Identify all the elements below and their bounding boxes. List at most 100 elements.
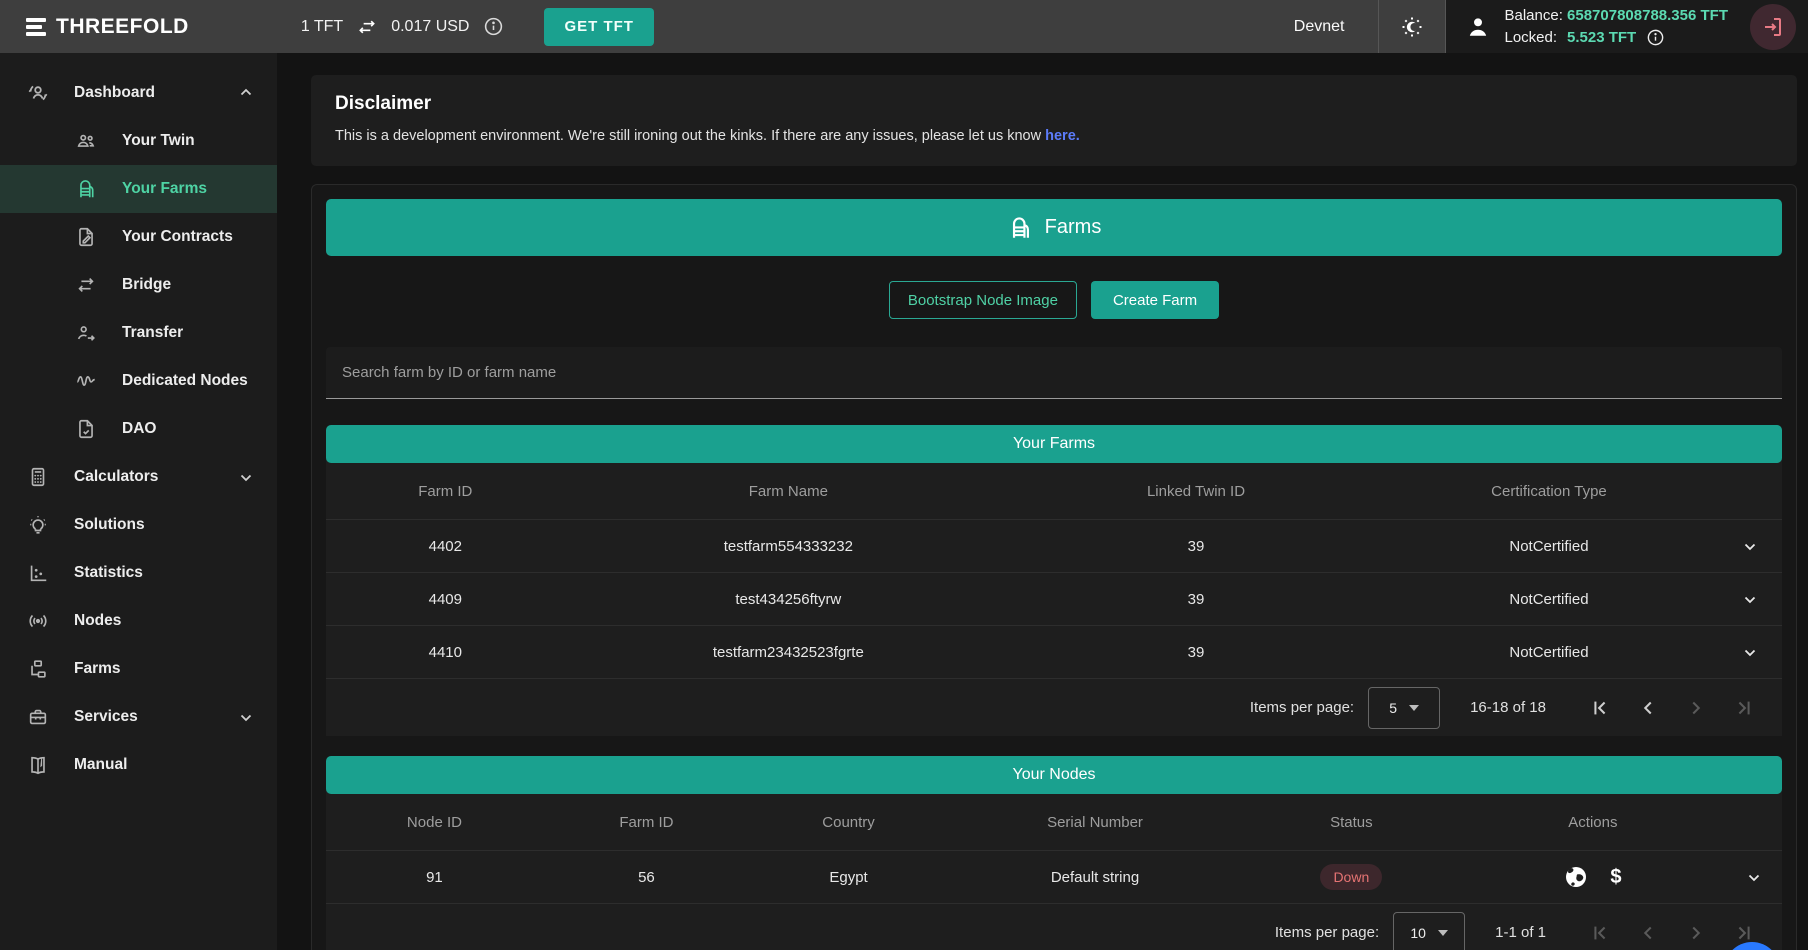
- disclaimer-title: Disclaimer: [335, 93, 1773, 115]
- account-icon: [1464, 13, 1492, 41]
- sidebar-item-label: Nodes: [74, 612, 121, 630]
- column-header: Serial Number: [947, 794, 1243, 850]
- lightbulb-icon: [26, 514, 50, 536]
- balance-row: Balance: 658707808788.356 TFT: [1504, 5, 1728, 27]
- status-cell: Down: [1243, 851, 1460, 903]
- previous-page-button[interactable]: [1624, 922, 1672, 944]
- swap-arrows-icon: [357, 17, 377, 37]
- sidebar-item-label: Statistics: [74, 564, 143, 582]
- sidebar-item-your-contracts[interactable]: Your Contracts: [0, 213, 277, 261]
- first-page-button[interactable]: [1576, 697, 1624, 719]
- sidebar-item-your-twin[interactable]: Your Twin: [0, 117, 277, 165]
- next-page-button[interactable]: [1672, 922, 1720, 944]
- brand-name: THREEFOLD: [56, 15, 189, 39]
- expand-row-chevron-icon[interactable]: [1718, 626, 1782, 678]
- tft-amount: 1 TFT: [301, 18, 343, 36]
- expand-row-chevron-icon[interactable]: [1726, 851, 1782, 903]
- disclaimer-here-link[interactable]: here.: [1045, 128, 1080, 144]
- sidebar-item-dashboard[interactable]: Dashboard: [0, 69, 277, 117]
- sidebar-item-services[interactable]: Services: [0, 693, 277, 741]
- last-page-button[interactable]: [1720, 922, 1768, 944]
- topbar: THREEFOLD 1 TFT 0.017 USD GET TFT Devnet: [0, 0, 1808, 53]
- nodes-table-header: Node ID Farm ID Country Serial Number St…: [326, 794, 1782, 850]
- farm-search-field: [326, 347, 1782, 399]
- chevron-down-icon: [237, 708, 255, 726]
- sidebar-item-nodes[interactable]: Nodes: [0, 597, 277, 645]
- previous-page-button[interactable]: [1624, 697, 1672, 719]
- certification-cell: NotCertified: [1380, 573, 1718, 625]
- items-per-page-select[interactable]: 5: [1368, 687, 1440, 729]
- column-header: Status: [1243, 794, 1460, 850]
- theme-toggle-button[interactable]: [1379, 0, 1445, 53]
- page-range-label: 16-18 of 18: [1470, 699, 1546, 716]
- per-page-value: 10: [1410, 925, 1426, 941]
- column-header-spacer: [1718, 463, 1782, 519]
- last-page-button[interactable]: [1720, 697, 1768, 719]
- sidebar-item-statistics[interactable]: Statistics: [0, 549, 277, 597]
- account-arrow-right-icon: [74, 322, 98, 344]
- sidebar-item-bridge[interactable]: Bridge: [0, 261, 277, 309]
- public-config-globe-icon[interactable]: [1564, 865, 1588, 889]
- first-page-button[interactable]: [1576, 922, 1624, 944]
- farms-pagination: Items per page: 5 16-18 of 18: [326, 678, 1782, 736]
- sidebar-item-farms[interactable]: Farms: [0, 645, 277, 693]
- column-header: Linked Twin ID: [1012, 463, 1380, 519]
- nodes-pagination: Items per page: 10 1-1 of 1: [326, 903, 1782, 950]
- column-header: Certification Type: [1380, 463, 1718, 519]
- farm-name-cell: testfarm554333232: [565, 520, 1012, 572]
- page-range-label: 1-1 of 1: [1495, 924, 1546, 941]
- your-farms-banner: Your Farms: [326, 425, 1782, 463]
- your-farms-title: Your Farms: [1013, 435, 1095, 453]
- certification-cell: NotCertified: [1380, 626, 1718, 678]
- your-nodes-table: Your Nodes Node ID Farm ID Country Seria…: [326, 756, 1782, 950]
- sidebar-item-your-farms[interactable]: Your Farms: [0, 165, 277, 213]
- next-page-button[interactable]: [1672, 697, 1720, 719]
- farm-name-cell: test434256ftyrw: [565, 573, 1012, 625]
- sidebar-item-dedicated-nodes[interactable]: Dedicated Nodes: [0, 357, 277, 405]
- locked-info-icon[interactable]: [1646, 28, 1665, 47]
- sidebar-item-label: Dedicated Nodes: [122, 372, 248, 390]
- sidebar-item-label: Services: [74, 708, 138, 726]
- table-row: 91 56 Egypt Default string Down $: [326, 850, 1782, 903]
- column-header: Farm ID: [543, 794, 750, 850]
- threefold-logo-icon: [26, 18, 46, 36]
- select-caret-icon: [1409, 705, 1419, 711]
- sidebar-item-solutions[interactable]: Solutions: [0, 501, 277, 549]
- expand-row-chevron-icon[interactable]: [1718, 573, 1782, 625]
- items-per-page-label: Items per page:: [1275, 924, 1379, 941]
- chart-scatter-icon: [26, 562, 50, 584]
- table-row: 4410 testfarm23432523fgrte 39 NotCertifi…: [326, 625, 1782, 678]
- logout-button[interactable]: [1750, 4, 1796, 50]
- farm-search-input[interactable]: [326, 364, 1782, 381]
- app-root: THREEFOLD 1 TFT 0.017 USD GET TFT Devnet: [0, 0, 1808, 950]
- create-farm-button[interactable]: Create Farm: [1091, 281, 1219, 319]
- brightness-icon: [1400, 15, 1424, 39]
- sidebar-item-manual[interactable]: Manual: [0, 741, 277, 789]
- sidebar-item-transfer[interactable]: Transfer: [0, 309, 277, 357]
- price-info-icon[interactable]: [483, 16, 504, 37]
- table-row: 4402 testfarm554333232 39 NotCertified: [326, 519, 1782, 572]
- sidebar-item-label: Dashboard: [74, 84, 155, 102]
- calculator-icon: [26, 466, 50, 488]
- farm-actions-row: Bootstrap Node Image Create Farm: [326, 281, 1782, 319]
- items-per-page-select[interactable]: 10: [1393, 912, 1465, 950]
- bootstrap-node-image-button[interactable]: Bootstrap Node Image: [889, 281, 1077, 319]
- sidebar-item-calculators[interactable]: Calculators: [0, 453, 277, 501]
- get-tft-button[interactable]: GET TFT: [544, 8, 654, 46]
- usd-amount: 0.017 USD: [391, 18, 469, 36]
- topbar-right: Devnet Balance:: [1260, 0, 1808, 53]
- sidebar-item-dao[interactable]: DAO: [0, 405, 277, 453]
- logout-icon: [1761, 15, 1785, 39]
- expand-row-chevron-icon[interactable]: [1718, 520, 1782, 572]
- access-point-icon: [26, 610, 50, 632]
- column-header: Country: [750, 794, 947, 850]
- table-row: 4409 test434256ftyrw 39 NotCertified: [326, 572, 1782, 625]
- twin-id-cell: 39: [1012, 573, 1380, 625]
- disclaimer-text: This is a development environment. We're…: [335, 128, 1773, 144]
- your-nodes-title: Your Nodes: [1012, 766, 1095, 784]
- pricing-dollar-icon[interactable]: $: [1610, 866, 1621, 889]
- column-header-spacer: [1726, 794, 1782, 850]
- balance-text: Balance: 658707808788.356 TFT Locked: 5.…: [1504, 5, 1728, 49]
- farm-id-cell: 56: [543, 851, 750, 903]
- balance-value: 658707808788.356 TFT: [1567, 7, 1728, 24]
